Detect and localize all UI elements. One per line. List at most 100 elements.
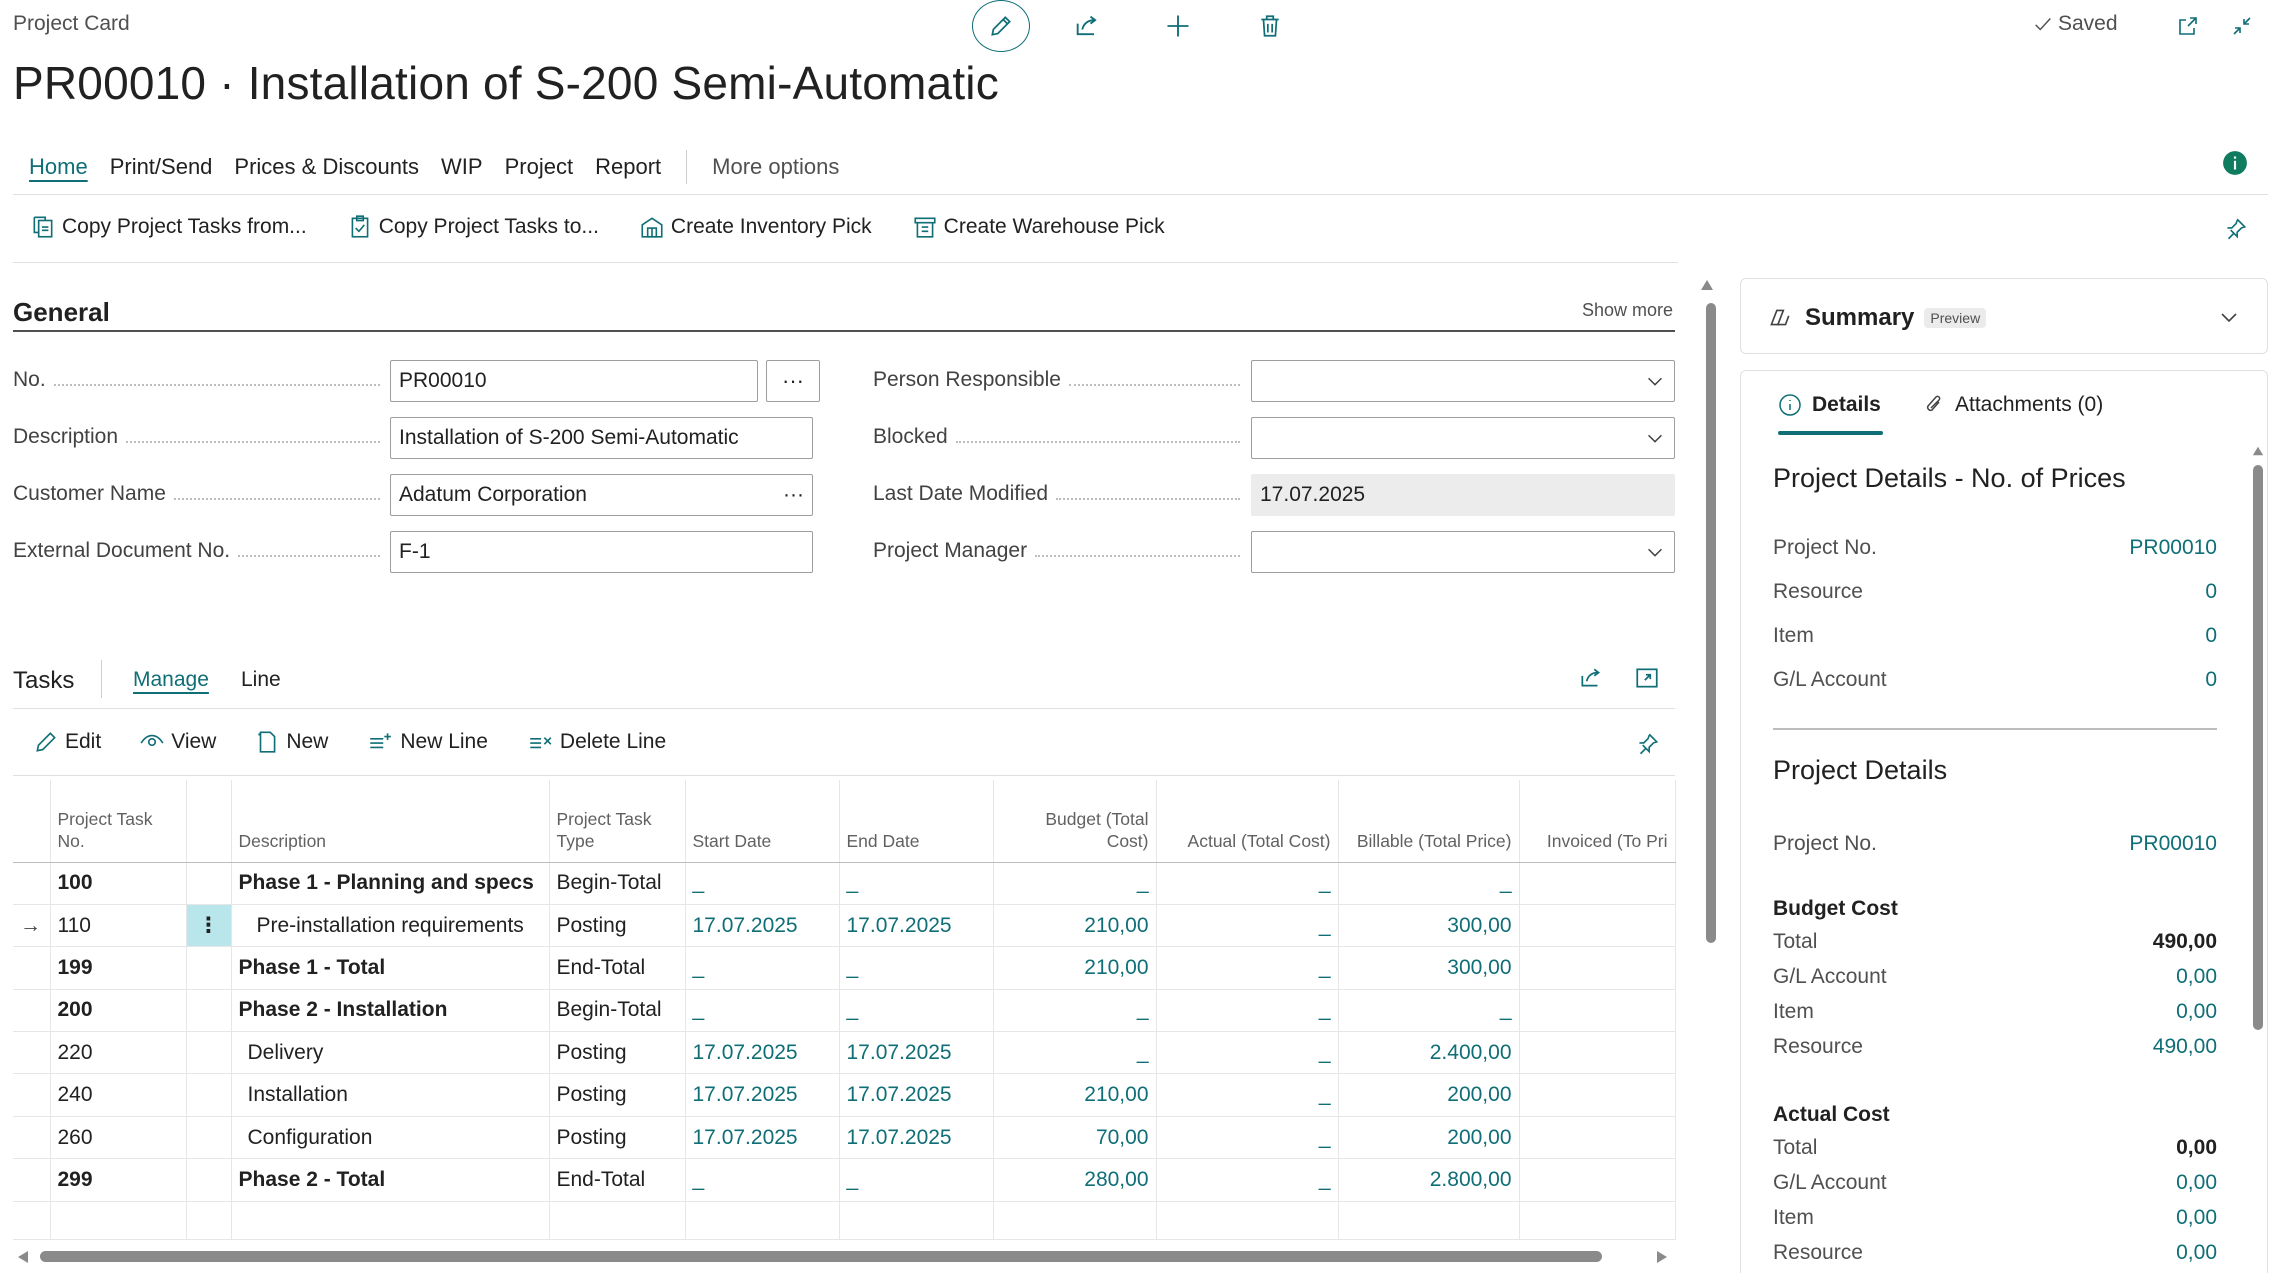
- factbox-row-value[interactable]: 0,00: [2176, 1171, 2217, 1195]
- share-button[interactable]: [1067, 6, 1107, 46]
- table-row[interactable]: 260 Configuration Posting 17.07.2025 17.07.2…: [13, 1116, 1676, 1160]
- task-type-cell[interactable]: End-Total: [549, 946, 686, 990]
- general-section-title[interactable]: General: [13, 297, 110, 328]
- copy-tasks-from-button[interactable]: Copy Project Tasks from...: [30, 214, 307, 240]
- factbox-row-value[interactable]: 0: [2205, 580, 2217, 604]
- end-date-cell[interactable]: _: [839, 862, 994, 905]
- tasks-pin-button[interactable]: [1634, 731, 1660, 757]
- end-date-cell[interactable]: 17.07.2025: [839, 904, 994, 948]
- end-date-cell[interactable]: 17.07.2025: [839, 1073, 994, 1117]
- pin-actions-button[interactable]: [2222, 216, 2248, 242]
- description-cell[interactable]: Installation: [231, 1073, 550, 1117]
- tasks-view-button[interactable]: View: [139, 729, 216, 755]
- actual-cell[interactable]: _: [1156, 1116, 1339, 1160]
- task-no-cell[interactable]: 299: [50, 1158, 187, 1202]
- tasks-delete-line-button[interactable]: Delete Line: [526, 729, 666, 755]
- scroll-up-arrow[interactable]: [1699, 278, 1715, 292]
- customer-name-field[interactable]: Adatum Corporation ···: [390, 474, 813, 516]
- create-warehouse-pick-button[interactable]: Create Warehouse Pick: [912, 214, 1165, 240]
- create-inventory-pick-button[interactable]: Create Inventory Pick: [639, 214, 872, 240]
- end-date-cell[interactable]: 17.07.2025: [839, 1031, 994, 1075]
- billable-cell[interactable]: _: [1338, 989, 1520, 1033]
- collapse-button[interactable]: [2222, 6, 2262, 46]
- budget-cell[interactable]: 70,00: [993, 1116, 1157, 1160]
- task-no-cell[interactable]: 220: [50, 1031, 187, 1075]
- table-row[interactable]: 200 Phase 2 - Installation Begin-Total _ _ _ _…: [13, 989, 1676, 1033]
- external-doc-no-field[interactable]: F-1: [390, 531, 813, 573]
- actual-cell[interactable]: _: [1156, 989, 1339, 1033]
- edit-button[interactable]: [972, 0, 1030, 52]
- end-date-cell[interactable]: _: [839, 946, 994, 990]
- task-type-cell[interactable]: Posting: [549, 904, 686, 948]
- description-cell[interactable]: Configuration: [231, 1116, 550, 1160]
- billable-cell[interactable]: 2.400,00: [1338, 1031, 1520, 1075]
- table-row[interactable]: 240 Installation Posting 17.07.2025 17.07.20…: [13, 1073, 1676, 1117]
- billable-cell[interactable]: 200,00: [1338, 1073, 1520, 1117]
- task-no-cell[interactable]: 200: [50, 989, 187, 1033]
- start-date-cell[interactable]: 17.07.2025: [685, 1116, 840, 1160]
- start-date-cell[interactable]: 17.07.2025: [685, 1073, 840, 1117]
- col-header-budget[interactable]: Budget (Total Cost): [993, 780, 1157, 863]
- table-row[interactable]: 199 Phase 1 - Total End-Total _ _ 210,00 _ 300,…: [13, 946, 1676, 990]
- billable-cell[interactable]: _: [1338, 862, 1520, 905]
- table-row[interactable]: 299 Phase 2 - Total End-Total _ _ 280,00 _ 2.80…: [13, 1158, 1676, 1202]
- description-cell[interactable]: Delivery: [231, 1031, 550, 1075]
- copy-tasks-to-button[interactable]: Copy Project Tasks to...: [347, 214, 599, 240]
- factbox-row-value[interactable]: 490,00: [2153, 1035, 2217, 1059]
- budget-cell[interactable]: _: [993, 1031, 1157, 1075]
- start-date-cell[interactable]: _: [685, 1158, 840, 1202]
- tab-wip[interactable]: WIP: [430, 150, 494, 184]
- start-date-cell[interactable]: _: [685, 946, 840, 990]
- table-row[interactable]: → 110 ⋮ Pre-installation requirements Postin…: [13, 904, 1676, 948]
- actual-cell[interactable]: _: [1156, 862, 1339, 905]
- empty-row[interactable]: [13, 1201, 1676, 1240]
- actual-cell[interactable]: _: [1156, 946, 1339, 990]
- description-cell[interactable]: Pre-installation requirements: [231, 904, 550, 948]
- col-header-task-type[interactable]: Project Task Type: [549, 780, 686, 863]
- budget-cell[interactable]: _: [993, 989, 1157, 1033]
- tab-report[interactable]: Report: [584, 150, 672, 184]
- task-no-cell[interactable]: 199: [50, 946, 187, 990]
- budget-cell[interactable]: _: [993, 862, 1157, 905]
- actual-cell[interactable]: _: [1156, 1031, 1339, 1075]
- billable-cell[interactable]: 200,00: [1338, 1116, 1520, 1160]
- tasks-tab-line[interactable]: Line: [241, 668, 281, 692]
- row-menu-icon[interactable]: ⋮: [198, 914, 219, 937]
- more-options-button[interactable]: More options: [701, 150, 850, 184]
- task-no-cell[interactable]: 240: [50, 1073, 187, 1117]
- table-row[interactable]: 220 Delivery Posting 17.07.2025 17.07.2025 _ _…: [13, 1031, 1676, 1075]
- budget-cell[interactable]: 210,00: [993, 1073, 1157, 1117]
- start-date-cell[interactable]: _: [685, 989, 840, 1033]
- task-type-cell[interactable]: Posting: [549, 1116, 686, 1160]
- tasks-tab-manage[interactable]: Manage: [133, 668, 209, 692]
- billable-cell[interactable]: 300,00: [1338, 946, 1520, 990]
- task-type-cell[interactable]: Posting: [549, 1031, 686, 1075]
- ellipsis-icon[interactable]: ···: [783, 483, 804, 507]
- factbox-row-value[interactable]: 0: [2205, 668, 2217, 692]
- tab-print-send[interactable]: Print/Send: [99, 150, 224, 184]
- tasks-expand-button[interactable]: [1634, 665, 1660, 691]
- factbox-row-value[interactable]: 0,00: [2176, 1241, 2217, 1265]
- col-header-billable[interactable]: Billable (Total Price): [1338, 780, 1520, 863]
- tasks-new-line-button[interactable]: New Line: [366, 729, 488, 755]
- scroll-left-arrow[interactable]: [16, 1249, 30, 1265]
- tab-prices-discounts[interactable]: Prices & Discounts: [223, 150, 430, 184]
- task-no-cell[interactable]: 260: [50, 1116, 187, 1160]
- tasks-new-button[interactable]: New: [254, 729, 328, 755]
- factbox-scroll-up-arrow[interactable]: [2251, 445, 2265, 457]
- col-header-actual[interactable]: Actual (Total Cost): [1156, 780, 1339, 863]
- factbox-row-value[interactable]: 0,00: [2176, 1206, 2217, 1230]
- tasks-share-button[interactable]: [1578, 665, 1604, 691]
- task-type-cell[interactable]: End-Total: [549, 1158, 686, 1202]
- no-assist-button[interactable]: ···: [766, 360, 820, 402]
- horizontal-scrollbar-thumb[interactable]: [40, 1251, 1602, 1262]
- description-field[interactable]: Installation of S-200 Semi-Automatic: [390, 417, 813, 459]
- budget-cell[interactable]: 210,00: [993, 904, 1157, 948]
- budget-cell[interactable]: 210,00: [993, 946, 1157, 990]
- person-responsible-select[interactable]: [1251, 360, 1675, 402]
- actual-cell[interactable]: _: [1156, 1073, 1339, 1117]
- factbox-row-value[interactable]: 0,00: [2176, 965, 2217, 989]
- start-date-cell[interactable]: 17.07.2025: [685, 904, 840, 948]
- col-header-description[interactable]: Description: [231, 780, 550, 863]
- info-button[interactable]: [2222, 150, 2248, 176]
